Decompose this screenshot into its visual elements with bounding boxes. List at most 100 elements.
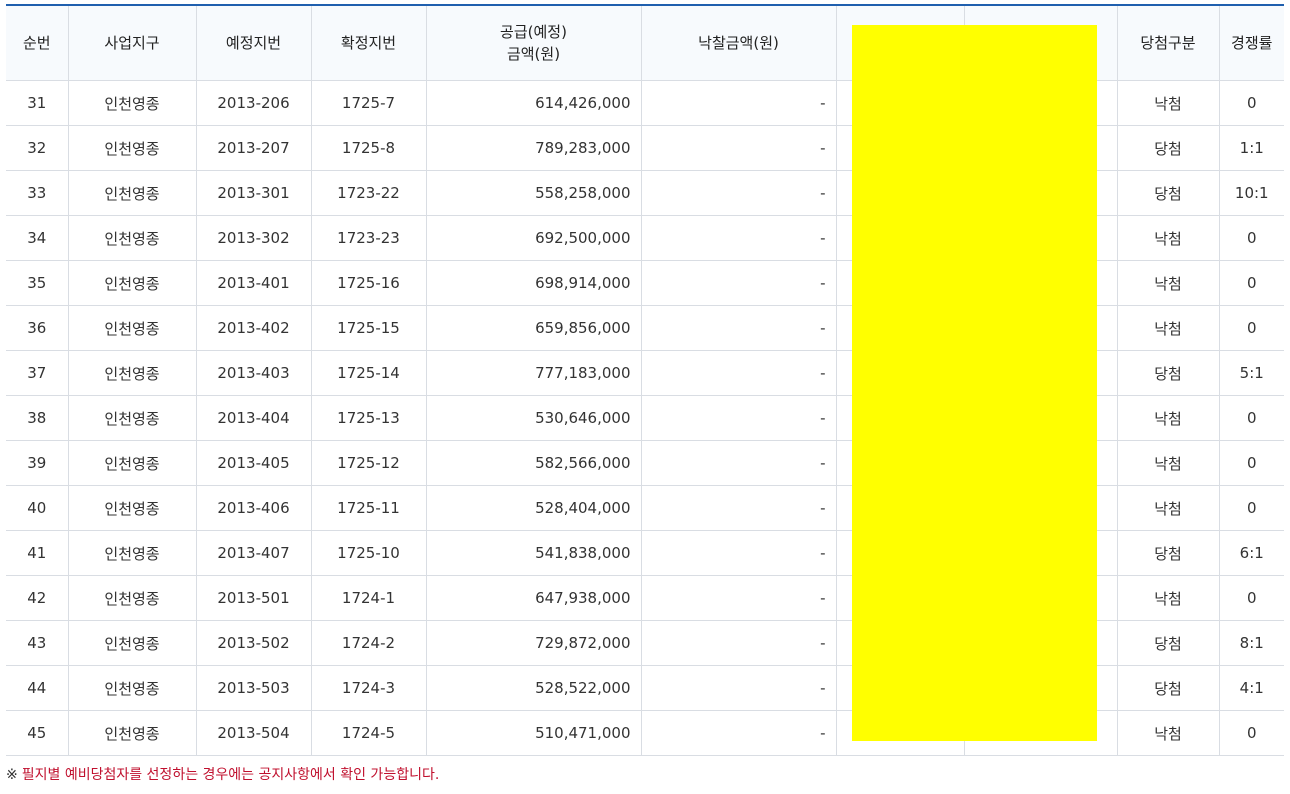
cell-district: 인천영종 bbox=[68, 350, 197, 396]
note-mark: ※ bbox=[6, 767, 18, 783]
cell-winning-amount: - bbox=[641, 530, 837, 576]
cell-result: 낙첨 bbox=[1117, 80, 1220, 126]
cell-winning-amount: - bbox=[641, 350, 837, 396]
cell-result: 당첨 bbox=[1117, 125, 1220, 171]
cell-confirmed-lot: 1725-8 bbox=[311, 125, 427, 171]
header-planned-lot: 예정지번 bbox=[196, 5, 312, 81]
cell-winning-amount: - bbox=[641, 260, 837, 306]
cell-planned-lot: 2013-206 bbox=[196, 80, 312, 126]
cell-seq: 35 bbox=[6, 260, 69, 306]
cell-result: 당첨 bbox=[1117, 620, 1220, 666]
cell-planned-lot: 2013-406 bbox=[196, 485, 312, 531]
cell-result: 낙첨 bbox=[1117, 710, 1220, 756]
cell-competition: 5:1 bbox=[1219, 350, 1284, 396]
cell-confirmed-lot: 1725-12 bbox=[311, 440, 427, 486]
cell-competition: 4:1 bbox=[1219, 665, 1284, 711]
cell-competition: 0 bbox=[1219, 575, 1284, 621]
cell-confirmed-lot: 1725-13 bbox=[311, 395, 427, 441]
cell-competition: 0 bbox=[1219, 395, 1284, 441]
cell-seq: 41 bbox=[6, 530, 69, 576]
cell-confirmed-lot: 1725-7 bbox=[311, 80, 427, 126]
cell-competition: 1:1 bbox=[1219, 125, 1284, 171]
cell-planned-lot: 2013-207 bbox=[196, 125, 312, 171]
cell-seq: 44 bbox=[6, 665, 69, 711]
cell-district: 인천영종 bbox=[68, 80, 197, 126]
header-result: 당첨구분 bbox=[1117, 5, 1220, 81]
cell-confirmed-lot: 1725-10 bbox=[311, 530, 427, 576]
cell-result: 낙첨 bbox=[1117, 215, 1220, 261]
cell-confirmed-lot: 1724-1 bbox=[311, 575, 427, 621]
cell-result: 당첨 bbox=[1117, 530, 1220, 576]
footnote: ※ 필지별 예비당첨자를 선정하는 경우에는 공지사항에서 확인 가능합니다. bbox=[6, 764, 439, 784]
header-confirmed-lot: 확정지번 bbox=[311, 5, 427, 81]
cell-seq: 37 bbox=[6, 350, 69, 396]
cell-winning-amount: - bbox=[641, 665, 837, 711]
cell-district: 인천영종 bbox=[68, 125, 197, 171]
cell-district: 인천영종 bbox=[68, 440, 197, 486]
cell-result: 낙첨 bbox=[1117, 305, 1220, 351]
cell-supply-amount: 582,566,000 bbox=[426, 440, 642, 486]
cell-planned-lot: 2013-301 bbox=[196, 170, 312, 216]
cell-planned-lot: 2013-503 bbox=[196, 665, 312, 711]
cell-competition: 0 bbox=[1219, 305, 1284, 351]
cell-supply-amount: 698,914,000 bbox=[426, 260, 642, 306]
note-text: 필지별 예비당첨자를 선정하는 경우에는 공지사항에서 확인 가능합니다. bbox=[21, 767, 440, 783]
header-supply-line1: 공급(예정) bbox=[500, 23, 567, 41]
cell-district: 인천영종 bbox=[68, 305, 197, 351]
cell-supply-amount: 659,856,000 bbox=[426, 305, 642, 351]
cell-confirmed-lot: 1725-14 bbox=[311, 350, 427, 396]
cell-result: 낙첨 bbox=[1117, 440, 1220, 486]
cell-winning-amount: - bbox=[641, 395, 837, 441]
cell-result: 낙첨 bbox=[1117, 485, 1220, 531]
cell-winning-amount: - bbox=[641, 710, 837, 756]
cell-result: 당첨 bbox=[1117, 170, 1220, 216]
cell-planned-lot: 2013-405 bbox=[196, 440, 312, 486]
cell-confirmed-lot: 1723-23 bbox=[311, 215, 427, 261]
cell-district: 인천영종 bbox=[68, 215, 197, 261]
cell-confirmed-lot: 1724-3 bbox=[311, 665, 427, 711]
header-competition: 경쟁률 bbox=[1219, 5, 1284, 81]
cell-competition: 10:1 bbox=[1219, 170, 1284, 216]
cell-supply-amount: 647,938,000 bbox=[426, 575, 642, 621]
cell-winning-amount: - bbox=[641, 440, 837, 486]
cell-competition: 0 bbox=[1219, 485, 1284, 531]
redaction-block bbox=[852, 25, 1097, 741]
cell-planned-lot: 2013-302 bbox=[196, 215, 312, 261]
cell-district: 인천영종 bbox=[68, 575, 197, 621]
cell-winning-amount: - bbox=[641, 125, 837, 171]
cell-supply-amount: 614,426,000 bbox=[426, 80, 642, 126]
cell-competition: 0 bbox=[1219, 440, 1284, 486]
cell-seq: 33 bbox=[6, 170, 69, 216]
cell-supply-amount: 528,404,000 bbox=[426, 485, 642, 531]
cell-competition: 0 bbox=[1219, 260, 1284, 306]
cell-district: 인천영종 bbox=[68, 260, 197, 306]
cell-competition: 0 bbox=[1219, 80, 1284, 126]
cell-district: 인천영종 bbox=[68, 665, 197, 711]
cell-seq: 34 bbox=[6, 215, 69, 261]
cell-supply-amount: 541,838,000 bbox=[426, 530, 642, 576]
cell-competition: 0 bbox=[1219, 215, 1284, 261]
cell-seq: 43 bbox=[6, 620, 69, 666]
cell-district: 인천영종 bbox=[68, 170, 197, 216]
cell-planned-lot: 2013-403 bbox=[196, 350, 312, 396]
cell-planned-lot: 2013-401 bbox=[196, 260, 312, 306]
cell-supply-amount: 729,872,000 bbox=[426, 620, 642, 666]
cell-supply-amount: 777,183,000 bbox=[426, 350, 642, 396]
cell-supply-amount: 530,646,000 bbox=[426, 395, 642, 441]
cell-seq: 31 bbox=[6, 80, 69, 126]
cell-result: 낙첨 bbox=[1117, 260, 1220, 306]
cell-seq: 38 bbox=[6, 395, 69, 441]
header-seq: 순번 bbox=[6, 5, 69, 81]
header-winning-amount: 낙찰금액(원) bbox=[641, 5, 837, 81]
cell-seq: 40 bbox=[6, 485, 69, 531]
cell-seq: 32 bbox=[6, 125, 69, 171]
cell-competition: 6:1 bbox=[1219, 530, 1284, 576]
cell-winning-amount: - bbox=[641, 620, 837, 666]
cell-confirmed-lot: 1725-11 bbox=[311, 485, 427, 531]
cell-confirmed-lot: 1725-16 bbox=[311, 260, 427, 306]
cell-supply-amount: 692,500,000 bbox=[426, 215, 642, 261]
cell-district: 인천영종 bbox=[68, 710, 197, 756]
cell-winning-amount: - bbox=[641, 575, 837, 621]
cell-planned-lot: 2013-502 bbox=[196, 620, 312, 666]
cell-winning-amount: - bbox=[641, 305, 837, 351]
